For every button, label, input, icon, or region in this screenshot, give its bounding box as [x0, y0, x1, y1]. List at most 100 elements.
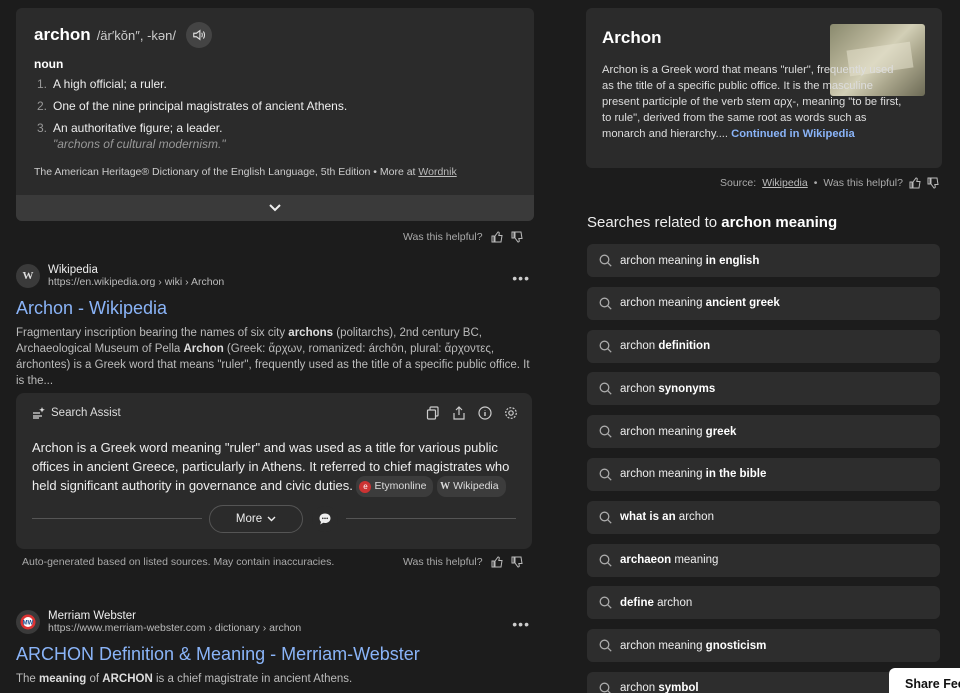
- related-search-label: archon meaning in the bible: [620, 468, 767, 481]
- thumbs-up-icon[interactable]: [491, 556, 503, 568]
- chevron-down-icon: [267, 516, 276, 522]
- definition-number: 2.: [36, 99, 47, 113]
- search-result: MW Merriam Webster https://www.merriam-w…: [16, 610, 536, 687]
- search-assist-text: Archon is a Greek word meaning "ruler" a…: [32, 438, 518, 497]
- related-search-item[interactable]: archon meaning greek: [587, 415, 940, 449]
- helpful-label: Was this helpful?: [403, 556, 483, 568]
- related-search-label: archaeon meaning: [620, 554, 719, 567]
- search-icon: [599, 425, 612, 438]
- related-searches-list: archon meaning in english archon meaning …: [587, 244, 940, 693]
- related-search-item[interactable]: archaeon meaning: [587, 543, 940, 577]
- divider: [346, 518, 516, 519]
- definition-example: "archons of cultural modernism.": [53, 137, 226, 151]
- related-search-label: archon synonyms: [620, 382, 716, 395]
- result-site-row: W Wikipedia https://en.wikipedia.org › w…: [16, 264, 536, 288]
- knowledge-panel-source: Source: Wikipedia • Was this helpful?: [720, 177, 939, 189]
- definition-text: An authoritative figure; a leader.: [53, 121, 223, 135]
- related-search-item[interactable]: archon meaning in english: [587, 244, 940, 277]
- related-search-label: what is an archon: [620, 511, 714, 524]
- thumbs-up-icon[interactable]: [491, 231, 503, 243]
- share-feedback-button[interactable]: Share Feedback: [889, 668, 960, 693]
- part-of-speech: noun: [34, 57, 64, 71]
- thumbs-down-icon[interactable]: [511, 231, 523, 243]
- related-search-item[interactable]: archon meaning ancient greek: [587, 286, 940, 320]
- wikipedia-favicon-icon: W: [16, 264, 40, 288]
- search-assist-disclaimer: Auto-generated based on listed sources. …: [22, 556, 335, 568]
- definition-item: 1. A high official; a ruler.: [34, 77, 347, 91]
- speaker-button[interactable]: [185, 22, 212, 48]
- expand-dictionary-button[interactable]: [16, 195, 534, 221]
- mw-logo-icon: MW: [20, 614, 36, 630]
- related-search-item[interactable]: archon meaning in the bible: [587, 457, 940, 491]
- related-search-item[interactable]: archon meaning gnosticism: [587, 629, 940, 663]
- source-chip-etymonline[interactable]: e Etymonline: [356, 476, 434, 497]
- dictionary-header: archon /är′kŏn″, -kən/: [34, 22, 212, 48]
- helpful-label: Was this helpful?: [823, 177, 903, 189]
- result-url[interactable]: https://en.wikipedia.org › wiki › Archon: [48, 276, 224, 288]
- search-icon: [599, 682, 611, 693]
- wordnik-link[interactable]: Wordnik: [418, 166, 456, 178]
- divider: [32, 518, 202, 519]
- related-search-item[interactable]: define archon: [587, 586, 940, 620]
- svg-text:MW: MW: [23, 621, 34, 627]
- search-assist-tools: [426, 406, 518, 420]
- continued-in-wikipedia-link[interactable]: Continued in Wikipedia: [731, 128, 855, 140]
- search-assist-header: Search Assist: [32, 407, 121, 419]
- related-heading-query: archon meaning: [721, 214, 838, 231]
- search-assist-label: Search Assist: [51, 407, 121, 419]
- more-button[interactable]: More: [209, 505, 303, 533]
- definition-number: 3.: [36, 121, 47, 135]
- gear-icon[interactable]: [504, 406, 518, 420]
- result-url[interactable]: https://www.merriam-webster.com › dictio…: [48, 622, 301, 634]
- knowledge-panel-text: Archon is a Greek word that means "ruler…: [602, 62, 908, 142]
- thumbs-down-icon[interactable]: [927, 177, 939, 189]
- definition-list: 1. A high official; a ruler. 2. One of the…: [34, 77, 347, 159]
- related-search-label: archon meaning in english: [620, 254, 760, 267]
- wikipedia-icon: W: [440, 481, 451, 492]
- search-icon: [599, 254, 612, 267]
- related-search-item[interactable]: what is an archon: [587, 500, 940, 534]
- related-search-item[interactable]: archon symbol: [587, 671, 940, 693]
- result-title[interactable]: ARCHON Definition & Meaning - Merriam-We…: [16, 644, 536, 665]
- info-icon[interactable]: [478, 406, 492, 420]
- related-search-label: archon meaning greek: [620, 425, 737, 438]
- dictionary-source-text: The American Heritage® Dictionary of the…: [34, 166, 416, 178]
- thumbs-up-icon[interactable]: [909, 177, 921, 189]
- related-search-item[interactable]: archon definition: [587, 329, 940, 363]
- result-site-name: Wikipedia: [48, 264, 98, 276]
- more-options-icon[interactable]: •••: [512, 616, 530, 632]
- result-site-meta: Wikipedia https://en.wikipedia.org › wik…: [48, 264, 224, 288]
- dictionary-feedback: Was this helpful?: [403, 231, 523, 243]
- related-search-label: archon meaning ancient greek: [620, 297, 780, 310]
- helpful-label: Was this helpful?: [403, 231, 483, 243]
- chat-button[interactable]: [312, 506, 338, 532]
- knowledge-panel-title: Archon: [602, 28, 662, 47]
- result-title[interactable]: Archon - Wikipedia: [16, 298, 536, 319]
- assist-feedback: Was this helpful?: [403, 556, 523, 568]
- search-result: W Wikipedia https://en.wikipedia.org › w…: [16, 264, 536, 389]
- thumbs-down-icon[interactable]: [511, 556, 523, 568]
- chevron-down-icon: [269, 204, 281, 212]
- copy-icon[interactable]: [426, 406, 440, 420]
- result-site-name: Merriam Webster: [48, 610, 136, 622]
- source-chip-wikipedia[interactable]: W Wikipedia: [437, 476, 506, 497]
- sparkle-list-icon: [33, 407, 45, 419]
- share-icon[interactable]: [452, 406, 466, 420]
- separator: •: [813, 177, 818, 189]
- etymonline-icon: e: [359, 480, 372, 493]
- dictionary-source: The American Heritage® Dictionary of the…: [34, 166, 457, 178]
- search-icon: [599, 596, 612, 610]
- result-site-meta: Merriam Webster https://www.merriam-webs…: [48, 610, 301, 634]
- search-icon: [599, 382, 612, 396]
- related-heading-prefix: Searches related to: [587, 214, 718, 231]
- more-options-icon[interactable]: •••: [512, 270, 530, 286]
- search-assist-card: Search Assist Archon is a Greek word mea…: [16, 393, 532, 549]
- result-snippet: Fragmentary inscription bearing the name…: [16, 327, 530, 387]
- related-search-label: archon symbol: [620, 682, 699, 693]
- definition-item: 3. An authoritative figure; a leader. "arc…: [34, 121, 347, 151]
- related-search-item[interactable]: archon synonyms: [587, 372, 940, 406]
- dictionary-card: archon /är′kŏn″, -kən/ noun 1. A high off…: [16, 8, 534, 221]
- pronunciation: /är′kŏn″, -kən/: [96, 27, 176, 43]
- source-wikipedia-link[interactable]: Wikipedia: [762, 177, 808, 189]
- chat-bubble-icon: [319, 513, 331, 525]
